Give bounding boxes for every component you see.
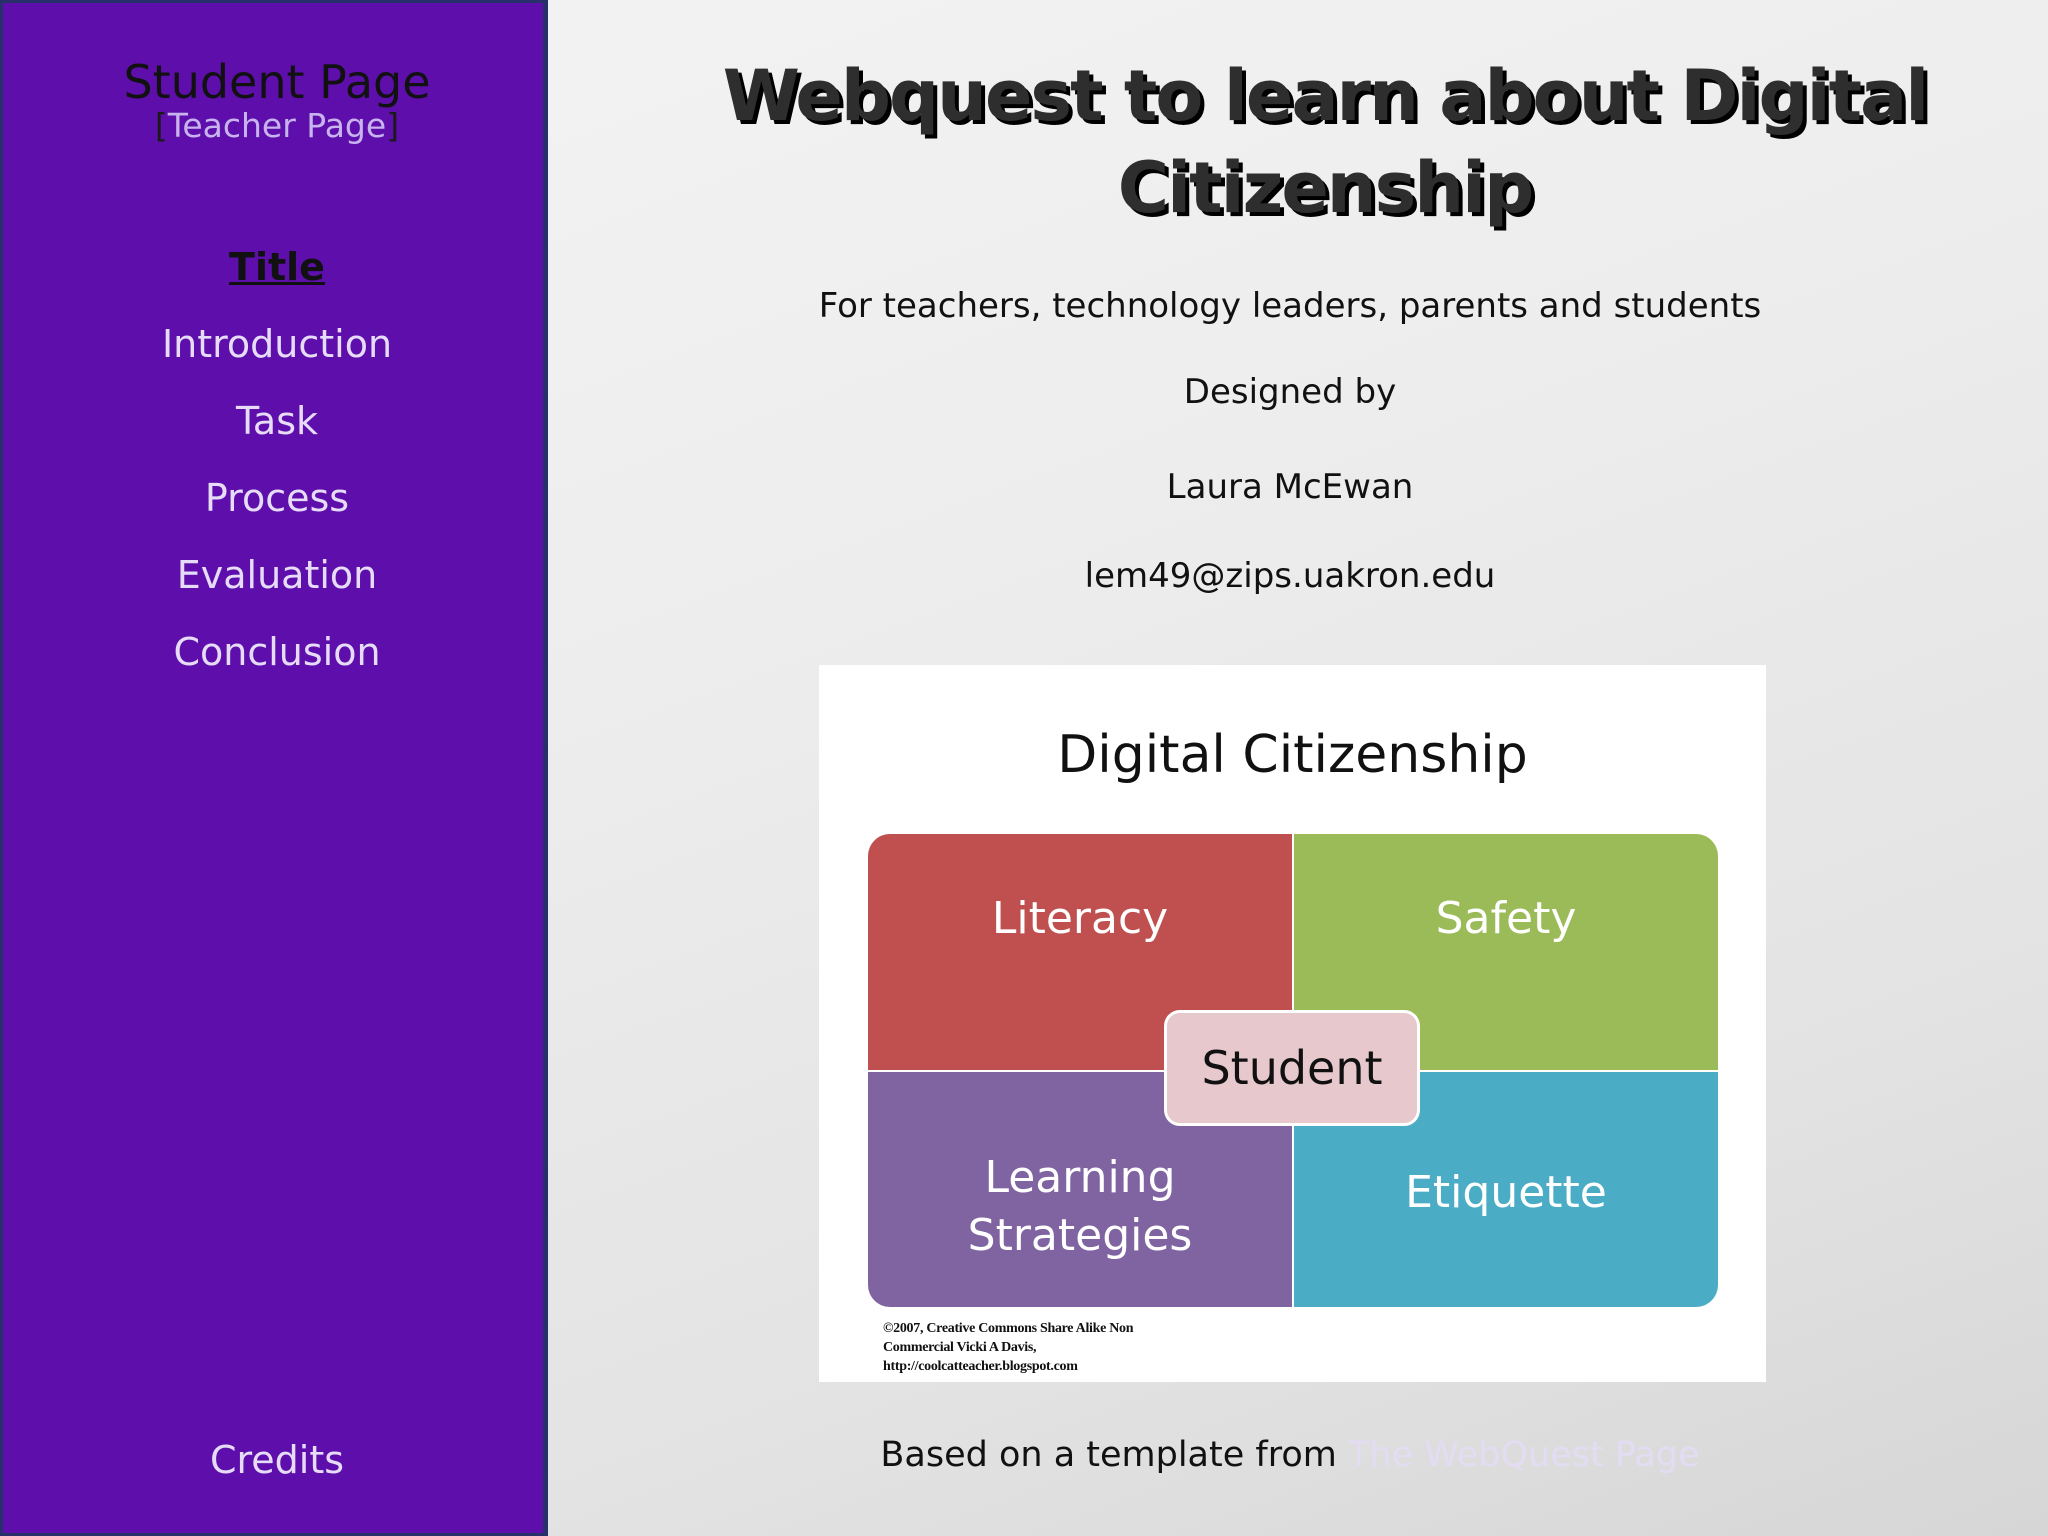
copyright-line: Commercial Vicki A Davis, xyxy=(883,1340,1037,1355)
copyright-line: http://coolcatteacher.blogspot.com xyxy=(883,1359,1078,1374)
template-credit-text: Based on a template from xyxy=(880,1435,1348,1475)
author-name: Laura McEwan xyxy=(1166,467,1414,507)
teacher-page-link[interactable]: Teacher Page xyxy=(168,106,386,145)
student-page-title: Student Page xyxy=(123,55,431,109)
nav-item-title[interactable]: Title xyxy=(3,239,551,316)
audience-text: For teachers, technology leaders, parent… xyxy=(818,286,1762,326)
learning-strategies-label: Learning Strategies xyxy=(967,1151,1193,1261)
nav-item-conclusion[interactable]: Conclusion xyxy=(3,624,551,701)
nav-item-credits[interactable]: Credits xyxy=(3,1435,551,1485)
nav-item-process[interactable]: Process xyxy=(3,470,551,547)
copyright-line: ©2007, Creative Commons Share Alike Non xyxy=(883,1321,1134,1336)
sidebar: Student Page [Teacher Page] Title Introd… xyxy=(0,0,548,1536)
template-credit: Based on a template from The WebQuest Pa… xyxy=(560,1432,2020,1478)
student-label: Student xyxy=(1201,1041,1383,1095)
bracket-close: ] xyxy=(386,106,400,145)
page-title: Webquest to learn about Digital Citizens… xyxy=(722,55,1930,229)
designed-by-text: Designed by xyxy=(1183,372,1397,412)
webquest-page-link[interactable]: The WebQuest Page xyxy=(1348,1435,1700,1475)
etiquette-label: Etiquette xyxy=(1405,1166,1607,1218)
digital-citizenship-image: Digital Citizenship Literacy Safety Lear… xyxy=(819,665,1766,1382)
safety-label: Safety xyxy=(1435,893,1577,944)
bracket-open: [ xyxy=(154,106,168,145)
nav-item-task[interactable]: Task xyxy=(3,393,551,470)
student-center-box: Student xyxy=(1164,1010,1420,1126)
image-copyright: ©2007, Creative Commons Share Alike Non … xyxy=(883,1319,1134,1376)
sidebar-nav: Title Introduction Task Process Evaluati… xyxy=(3,239,551,701)
nav-item-evaluation[interactable]: Evaluation xyxy=(3,547,551,624)
nav-item-introduction[interactable]: Introduction xyxy=(3,316,551,393)
teacher-page-line: [Teacher Page] xyxy=(3,105,551,147)
literacy-label: Literacy xyxy=(991,893,1169,944)
image-title: Digital Citizenship xyxy=(1057,725,1528,785)
author-email: lem49@zips.uakron.edu xyxy=(1084,556,1496,596)
